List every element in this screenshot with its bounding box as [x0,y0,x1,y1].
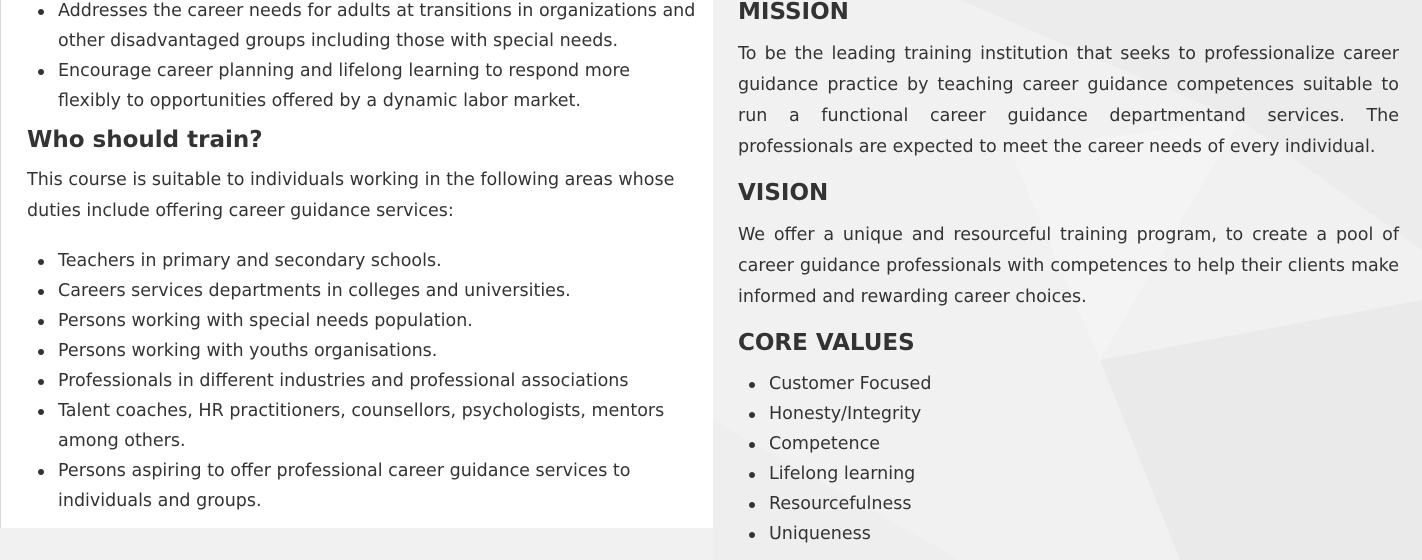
vision-heading: VISION [738,180,829,206]
list-item: Persons working with youths organisation… [38,336,698,366]
list-item: Lifelong learning [749,459,1169,489]
mission-heading: MISSION [738,0,849,25]
who-should-train-list: Teachers in primary and secondary school… [38,246,698,516]
who-should-train-paragraph: This course is suitable to individuals w… [27,170,675,221]
list-item: Honesty/Integrity [749,399,1169,429]
list-item: Competence [749,429,1169,459]
list-item: Talent coaches, HR practitioners, counse… [38,396,698,456]
core-values-heading: CORE VALUES [738,330,915,356]
who-should-train-heading: Who should train? [27,127,263,153]
list-item: Uniqueness [749,519,1169,549]
list-item: Addresses the career needs for adults at… [38,0,698,56]
list-item: Teachers in primary and secondary school… [38,246,698,276]
list-item: Resourcefulness [749,489,1169,519]
list-item: Customer Focused [749,369,1169,399]
core-values-list: Customer Focused Honesty/Integrity Compe… [749,369,1169,549]
intro-bullet-list: Addresses the career needs for adults at… [38,0,698,116]
vision-text: We offer a unique and resourceful traini… [738,225,1399,307]
list-item: Professionals in different industries an… [38,366,698,396]
list-item: Persons working with special needs popul… [38,306,698,336]
list-item: Careers services departments in colleges… [38,276,698,306]
list-item: Persons aspiring to offer professional c… [38,456,698,516]
mission-text: To be the leading training institution t… [738,44,1399,157]
list-item: Encourage career planning and lifelong l… [38,56,698,116]
left-content-panel: Addresses the career needs for adults at… [0,0,713,528]
